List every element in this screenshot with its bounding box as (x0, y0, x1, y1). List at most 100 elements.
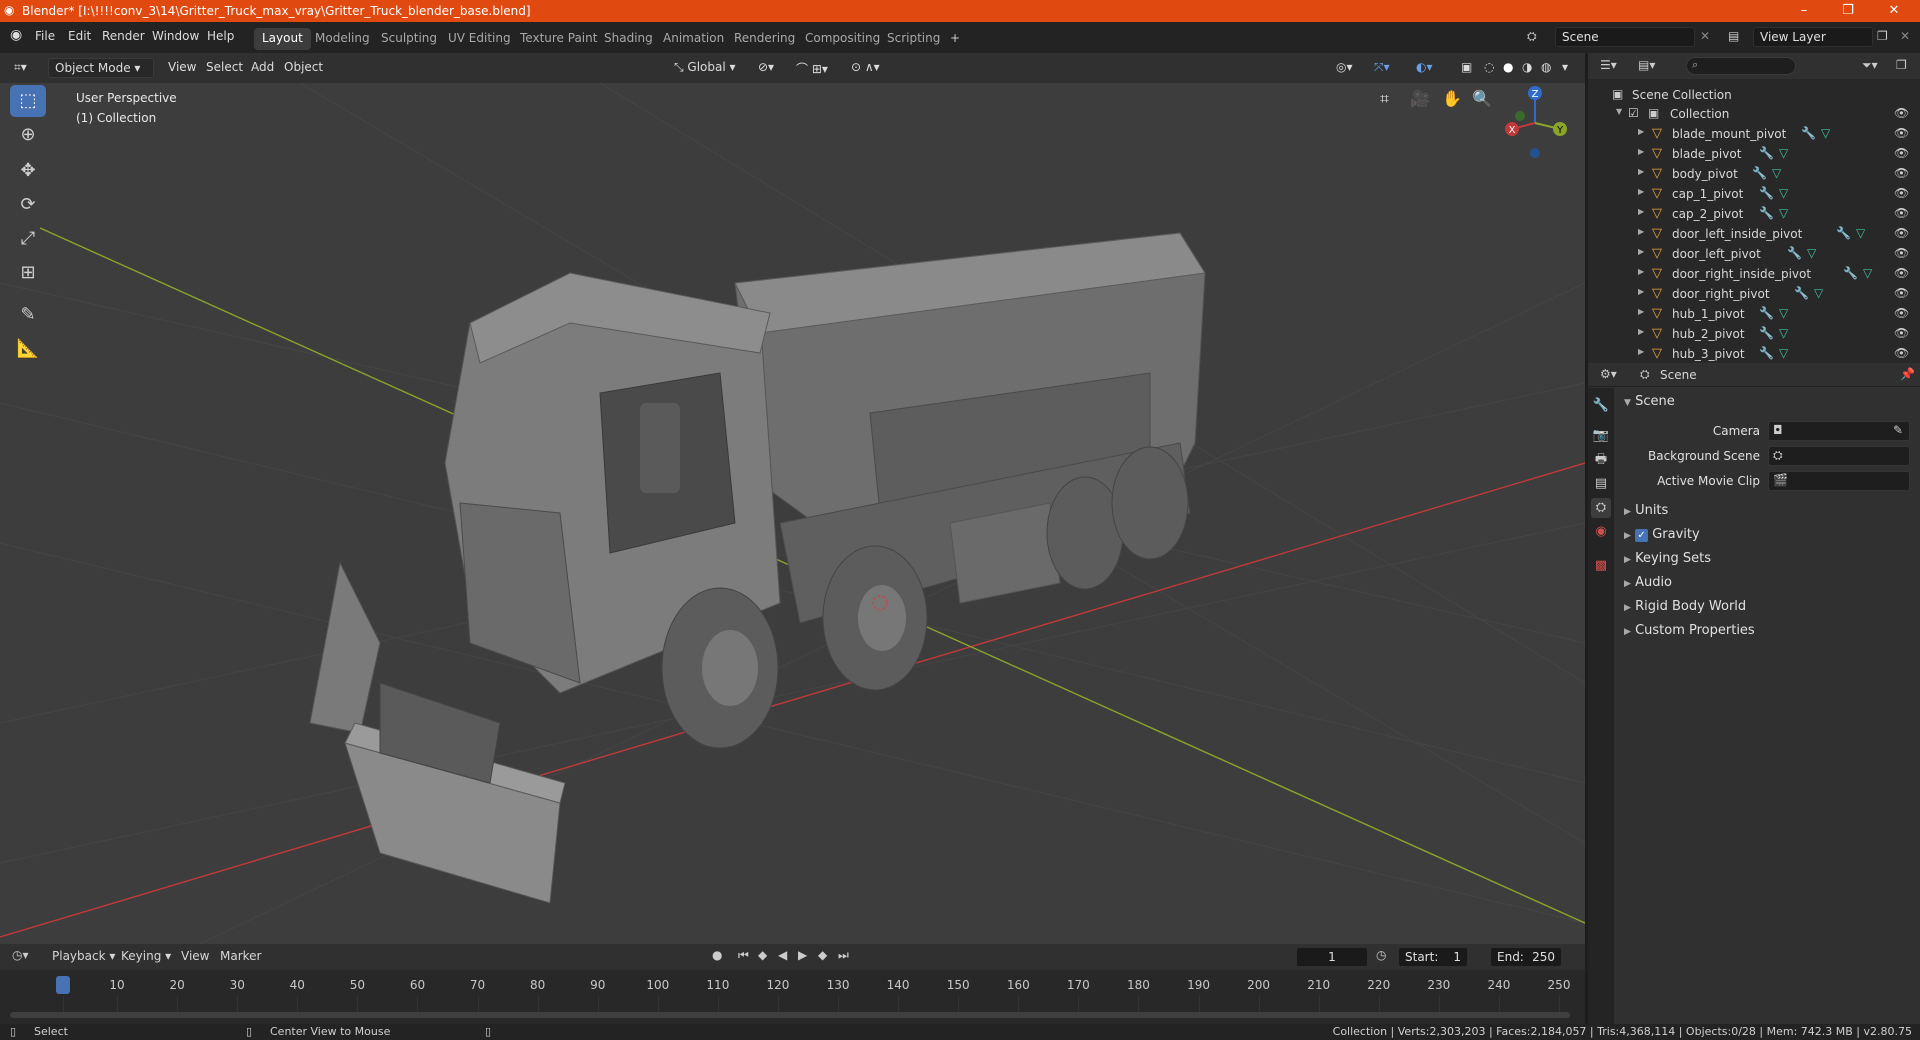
world-tab-icon[interactable]: ◉ (1591, 522, 1611, 542)
navigation-gizmo[interactable]: Z Y X (1500, 85, 1570, 165)
tool-tab-icon[interactable]: 🔧 (1591, 396, 1611, 416)
add-workspace-button[interactable]: + (942, 28, 968, 50)
eye-icon[interactable]: 👁 (1894, 286, 1909, 300)
tab-uv-editing[interactable]: UV Editing (440, 28, 519, 50)
eye-icon[interactable]: 👁 (1894, 106, 1909, 120)
background-scene-field[interactable]: ⛭ (1768, 446, 1910, 466)
mesh-data-icon[interactable]: ▽ (1856, 226, 1865, 240)
rotate-tool-icon[interactable]: ⟳ (10, 189, 46, 221)
eye-icon[interactable]: 👁 (1894, 326, 1909, 340)
modifier-wrench-icon[interactable]: 🔧 (1759, 206, 1774, 220)
menu-keying[interactable]: Keying ▾ (121, 949, 171, 963)
outliner-item[interactable]: ▶ ▽ blade_pivot 👁 🔧 ▽ (1588, 144, 1920, 164)
clock-icon[interactable]: ◷ (1376, 948, 1386, 962)
grid-view-icon[interactable]: ⌗ (1380, 89, 1389, 109)
record-icon[interactable]: ● (712, 948, 722, 962)
modifier-wrench-icon[interactable]: 🔧 (1759, 186, 1774, 200)
maximize-button[interactable]: ❐ (1826, 0, 1870, 22)
expand-icon[interactable]: ▶ (1638, 207, 1644, 216)
keying-sets-section[interactable]: ▶ Keying Sets (1624, 551, 1711, 566)
modifier-wrench-icon[interactable]: 🔧 (1801, 126, 1816, 140)
object-mode-dropdown[interactable]: Object Mode ▾ (48, 58, 154, 78)
menu-add[interactable]: Add (245, 58, 280, 78)
mesh-data-icon[interactable]: ▽ (1772, 166, 1781, 180)
outliner-search-input[interactable] (1686, 57, 1796, 75)
tab-scripting[interactable]: Scripting (879, 28, 948, 50)
mesh-data-icon[interactable]: ▽ (1779, 326, 1788, 340)
rigid-body-world-section[interactable]: ▶ Rigid Body World (1624, 599, 1746, 614)
xray-icon[interactable]: ▣ (1455, 58, 1478, 78)
eye-icon[interactable]: 👁 (1894, 206, 1909, 220)
scale-tool-icon[interactable]: ⤢ (10, 223, 46, 255)
mesh-data-icon[interactable]: ▽ (1779, 146, 1788, 160)
outliner-item[interactable]: ▶ ▽ door_left_inside_pivot 👁 🔧 ▽ (1588, 224, 1920, 244)
eye-icon[interactable]: 👁 (1894, 246, 1909, 260)
outliner-item[interactable]: ▶ ▽ body_pivot 👁 🔧 ▽ (1588, 164, 1920, 184)
mesh-data-icon[interactable]: ▽ (1779, 346, 1788, 360)
mesh-data-icon[interactable]: ▽ (1863, 266, 1872, 280)
view-layer-close-icon[interactable]: ✕ (1900, 29, 1910, 43)
eye-icon[interactable]: 👁 (1894, 226, 1909, 240)
expand-icon[interactable]: ▶ (1638, 267, 1644, 276)
texture-tab-icon[interactable]: ▩ (1591, 556, 1611, 576)
eye-icon[interactable]: 👁 (1894, 166, 1909, 180)
modifier-wrench-icon[interactable]: 🔧 (1794, 286, 1809, 300)
outliner-item[interactable]: ▶ ▽ door_left_pivot 👁 🔧 ▽ (1588, 244, 1920, 264)
menu-timeline-view[interactable]: View (181, 949, 209, 963)
measure-tool-icon[interactable]: 📐 (10, 333, 46, 365)
eye-icon[interactable]: 👁 (1894, 146, 1909, 160)
gizmo-icon[interactable]: ⤧▾ (1368, 58, 1396, 78)
new-collection-icon[interactable]: ❐ (1896, 58, 1907, 72)
tab-shading[interactable]: Shading (596, 28, 661, 50)
eye-icon[interactable]: 👁 (1894, 346, 1909, 360)
modifier-wrench-icon[interactable]: 🔧 (1787, 246, 1802, 260)
menu-help[interactable]: Help (207, 29, 234, 43)
eye-icon[interactable]: 👁 (1894, 306, 1909, 320)
output-tab-icon[interactable]: 🖶 (1591, 450, 1611, 470)
current-frame-field[interactable]: 1 (1296, 947, 1368, 967)
expand-icon[interactable]: ▶ (1638, 187, 1644, 196)
play-reverse-icon[interactable]: ◀ (778, 948, 787, 962)
menu-playback[interactable]: Playback ▾ (52, 949, 115, 963)
eyedropper-icon[interactable]: ✎ (1893, 423, 1903, 437)
outliner-item[interactable]: ▶ ▽ door_right_pivot 👁 🔧 ▽ (1588, 284, 1920, 304)
close-button[interactable]: ✕ (1872, 0, 1916, 22)
outliner-item[interactable]: ▶ ▽ hub_2_pivot 👁 🔧 ▽ (1588, 324, 1920, 344)
expand-icon[interactable]: ▶ (1638, 307, 1644, 316)
modifier-wrench-icon[interactable]: 🔧 (1843, 266, 1858, 280)
scene-close-icon[interactable]: ✕ (1700, 29, 1710, 43)
expand-icon[interactable]: ▶ (1638, 287, 1644, 296)
modifier-wrench-icon[interactable]: 🔧 (1759, 146, 1774, 160)
modifier-wrench-icon[interactable]: 🔧 (1836, 226, 1851, 240)
orientation-dropdown[interactable]: ⤡ Global ▾ (668, 58, 742, 78)
3d-viewport[interactable]: User Perspective (1) Collection ⬚ ⊕ ✥ ⟳ … (0, 83, 1585, 944)
gravity-checkbox[interactable]: ✓ (1635, 529, 1649, 542)
tab-texture-paint[interactable]: Texture Paint (512, 28, 605, 50)
menu-view[interactable]: View (162, 58, 202, 78)
eye-icon[interactable]: 👁 (1894, 266, 1909, 280)
pivot-icon[interactable]: ⊘▾ (752, 58, 780, 78)
menu-window[interactable]: Window (152, 29, 199, 43)
checkbox-icon[interactable]: ☑ (1628, 106, 1639, 120)
modifier-wrench-icon[interactable]: 🔧 (1759, 326, 1774, 340)
end-frame-field[interactable]: End: 250 (1490, 947, 1562, 967)
expand-icon[interactable]: ▶ (1638, 147, 1644, 156)
mesh-data-icon[interactable]: ▽ (1814, 286, 1823, 300)
timeline-scrollbar[interactable] (10, 1012, 1570, 1018)
view-layer-selector[interactable]: View Layer (1753, 27, 1873, 47)
gritter-truck-model[interactable] (309, 232, 1206, 904)
transform-tool-icon[interactable]: ⊞ (10, 257, 46, 289)
collapse-icon[interactable]: ▼ (1616, 107, 1622, 116)
new-view-layer-icon[interactable]: ❐ (1877, 29, 1888, 43)
mesh-data-icon[interactable]: ▽ (1779, 306, 1788, 320)
tab-modeling[interactable]: Modeling (307, 28, 378, 50)
outliner-collection[interactable]: ▼ ☑ ▣ Collection 👁 (1588, 104, 1920, 124)
expand-icon[interactable]: ▶ (1638, 227, 1644, 236)
jump-keyframe-back-icon[interactable]: ◆ (758, 948, 767, 962)
cursor-tool-icon[interactable]: ⊕ (10, 119, 46, 151)
view-layer-tab-icon[interactable]: ▤ (1591, 474, 1611, 494)
mesh-data-icon[interactable]: ▽ (1779, 206, 1788, 220)
visibility-icon[interactable]: ◎▾ (1330, 58, 1359, 78)
camera-view-icon[interactable]: 🎥 (1410, 89, 1430, 108)
outliner-item[interactable]: ▶ ▽ cap_2_pivot 👁 🔧 ▽ (1588, 204, 1920, 224)
